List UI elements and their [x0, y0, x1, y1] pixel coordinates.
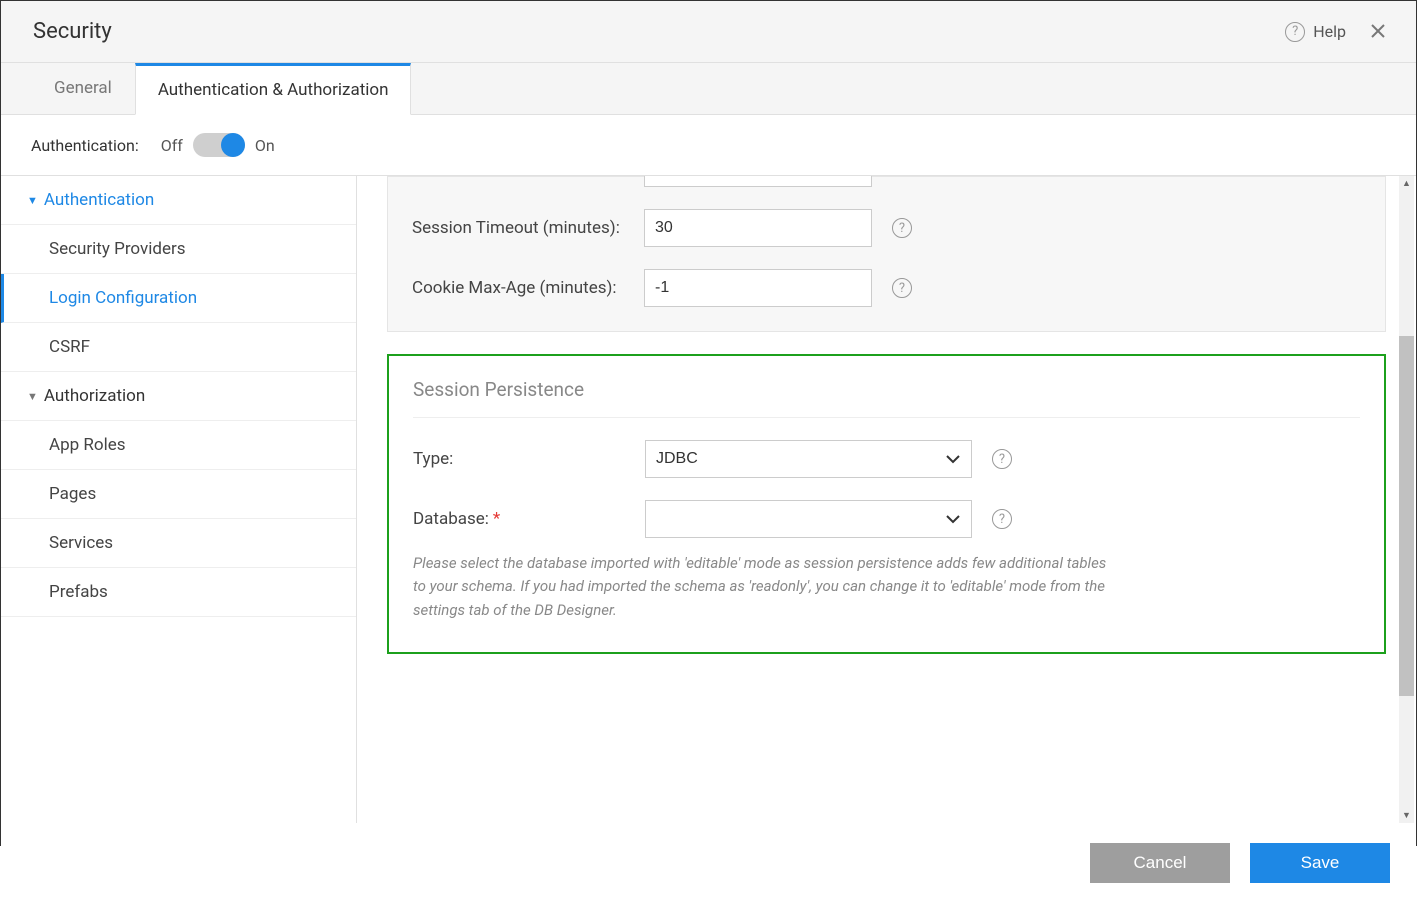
tab-general[interactable]: General	[31, 63, 135, 114]
help-icon[interactable]: ?	[892, 218, 912, 238]
scroll-arrow-up[interactable]: ▲	[1399, 176, 1414, 191]
scrollbar-vertical[interactable]: ▲ ▼	[1399, 176, 1414, 823]
input-session-timeout[interactable]	[644, 209, 872, 247]
sidebar-item-csrf[interactable]: CSRF	[1, 323, 356, 372]
panel-session-settings: ? Session Timeout (minutes): ? Cookie Ma…	[387, 176, 1386, 332]
row-hidden-partial: ?	[412, 176, 1361, 187]
label-persistence-database: Database:*	[413, 509, 645, 529]
label-session-timeout: Session Timeout (minutes):	[412, 218, 644, 238]
required-asterisk: *	[493, 509, 500, 529]
sidebar-item-login-configuration[interactable]: Login Configuration	[1, 274, 356, 323]
row-session-timeout: Session Timeout (minutes): ?	[412, 209, 1361, 247]
tab-auth[interactable]: Authentication & Authorization	[135, 63, 412, 115]
panel-session-persistence-title: Session Persistence	[413, 378, 1360, 418]
sidebar: ▼ Authentication Security Providers Logi…	[1, 176, 357, 823]
auth-toggle-off-label: Off	[161, 136, 183, 155]
chevron-down-icon: ▼	[27, 194, 38, 207]
sidebar-group-authentication[interactable]: ▼ Authentication	[1, 176, 356, 225]
scroll-thumb[interactable]	[1399, 336, 1414, 696]
save-button[interactable]: Save	[1250, 843, 1390, 883]
row-cookie-max-age: Cookie Max-Age (minutes): ?	[412, 269, 1361, 307]
row-persistence-database: Database:* ?	[413, 500, 1360, 538]
dialog-header: Security ? Help	[1, 1, 1416, 63]
switch-knob	[221, 133, 245, 157]
select-persistence-type[interactable]	[645, 440, 972, 478]
label-persistence-database-text: Database:	[413, 509, 489, 529]
help-icon[interactable]: ?	[992, 509, 1012, 529]
scroll-arrow-down[interactable]: ▼	[1399, 808, 1414, 823]
input-cookie-max-age[interactable]	[644, 269, 872, 307]
help-icon[interactable]: ?	[992, 449, 1012, 469]
sidebar-item-services[interactable]: Services	[1, 519, 356, 568]
content-inner: ? Session Timeout (minutes): ? Cookie Ma…	[357, 176, 1416, 823]
label-cookie-max-age: Cookie Max-Age (minutes):	[412, 278, 644, 298]
sidebar-group-authentication-label: Authentication	[44, 190, 154, 210]
close-button[interactable]	[1370, 20, 1386, 44]
auth-toggle-group: Off On	[161, 133, 275, 157]
sidebar-group-authorization-label: Authorization	[44, 386, 145, 406]
sidebar-item-security-providers[interactable]: Security Providers	[1, 225, 356, 274]
cancel-button[interactable]: Cancel	[1090, 843, 1230, 883]
chevron-down-icon: ▼	[27, 390, 38, 403]
dialog-title: Security	[33, 19, 112, 44]
select-wrap-database	[645, 500, 972, 538]
body-area: ▼ Authentication Security Providers Logi…	[1, 176, 1416, 823]
persistence-help-text: Please select the database imported with…	[413, 552, 1113, 622]
auth-toggle-switch[interactable]	[193, 133, 245, 157]
help-label: Help	[1313, 22, 1346, 41]
select-wrap-type	[645, 440, 972, 478]
panel-session-persistence: Session Persistence Type: ? Database:*	[387, 354, 1386, 654]
row-persistence-type: Type: ?	[413, 440, 1360, 478]
select-persistence-database[interactable]	[645, 500, 972, 538]
sidebar-group-authorization[interactable]: ▼ Authorization	[1, 372, 356, 421]
header-actions: ? Help	[1285, 20, 1386, 44]
tabs-row: General Authentication & Authorization	[1, 63, 1416, 115]
help-icon[interactable]: ?	[892, 278, 912, 298]
help-button[interactable]: ? Help	[1285, 22, 1346, 42]
close-icon	[1370, 23, 1386, 39]
content-area: ? Session Timeout (minutes): ? Cookie Ma…	[357, 176, 1416, 823]
auth-toggle-label: Authentication:	[31, 136, 139, 155]
auth-toggle-on-label: On	[255, 136, 275, 155]
auth-toggle-row: Authentication: Off On	[1, 115, 1416, 176]
sidebar-item-pages[interactable]: Pages	[1, 470, 356, 519]
sidebar-item-app-roles[interactable]: App Roles	[1, 421, 356, 470]
help-icon: ?	[1285, 22, 1305, 42]
dialog-footer: Cancel Save	[1, 823, 1416, 903]
sidebar-item-prefabs[interactable]: Prefabs	[1, 568, 356, 617]
label-persistence-type: Type:	[413, 449, 645, 469]
input-hidden-partial[interactable]	[644, 176, 872, 187]
